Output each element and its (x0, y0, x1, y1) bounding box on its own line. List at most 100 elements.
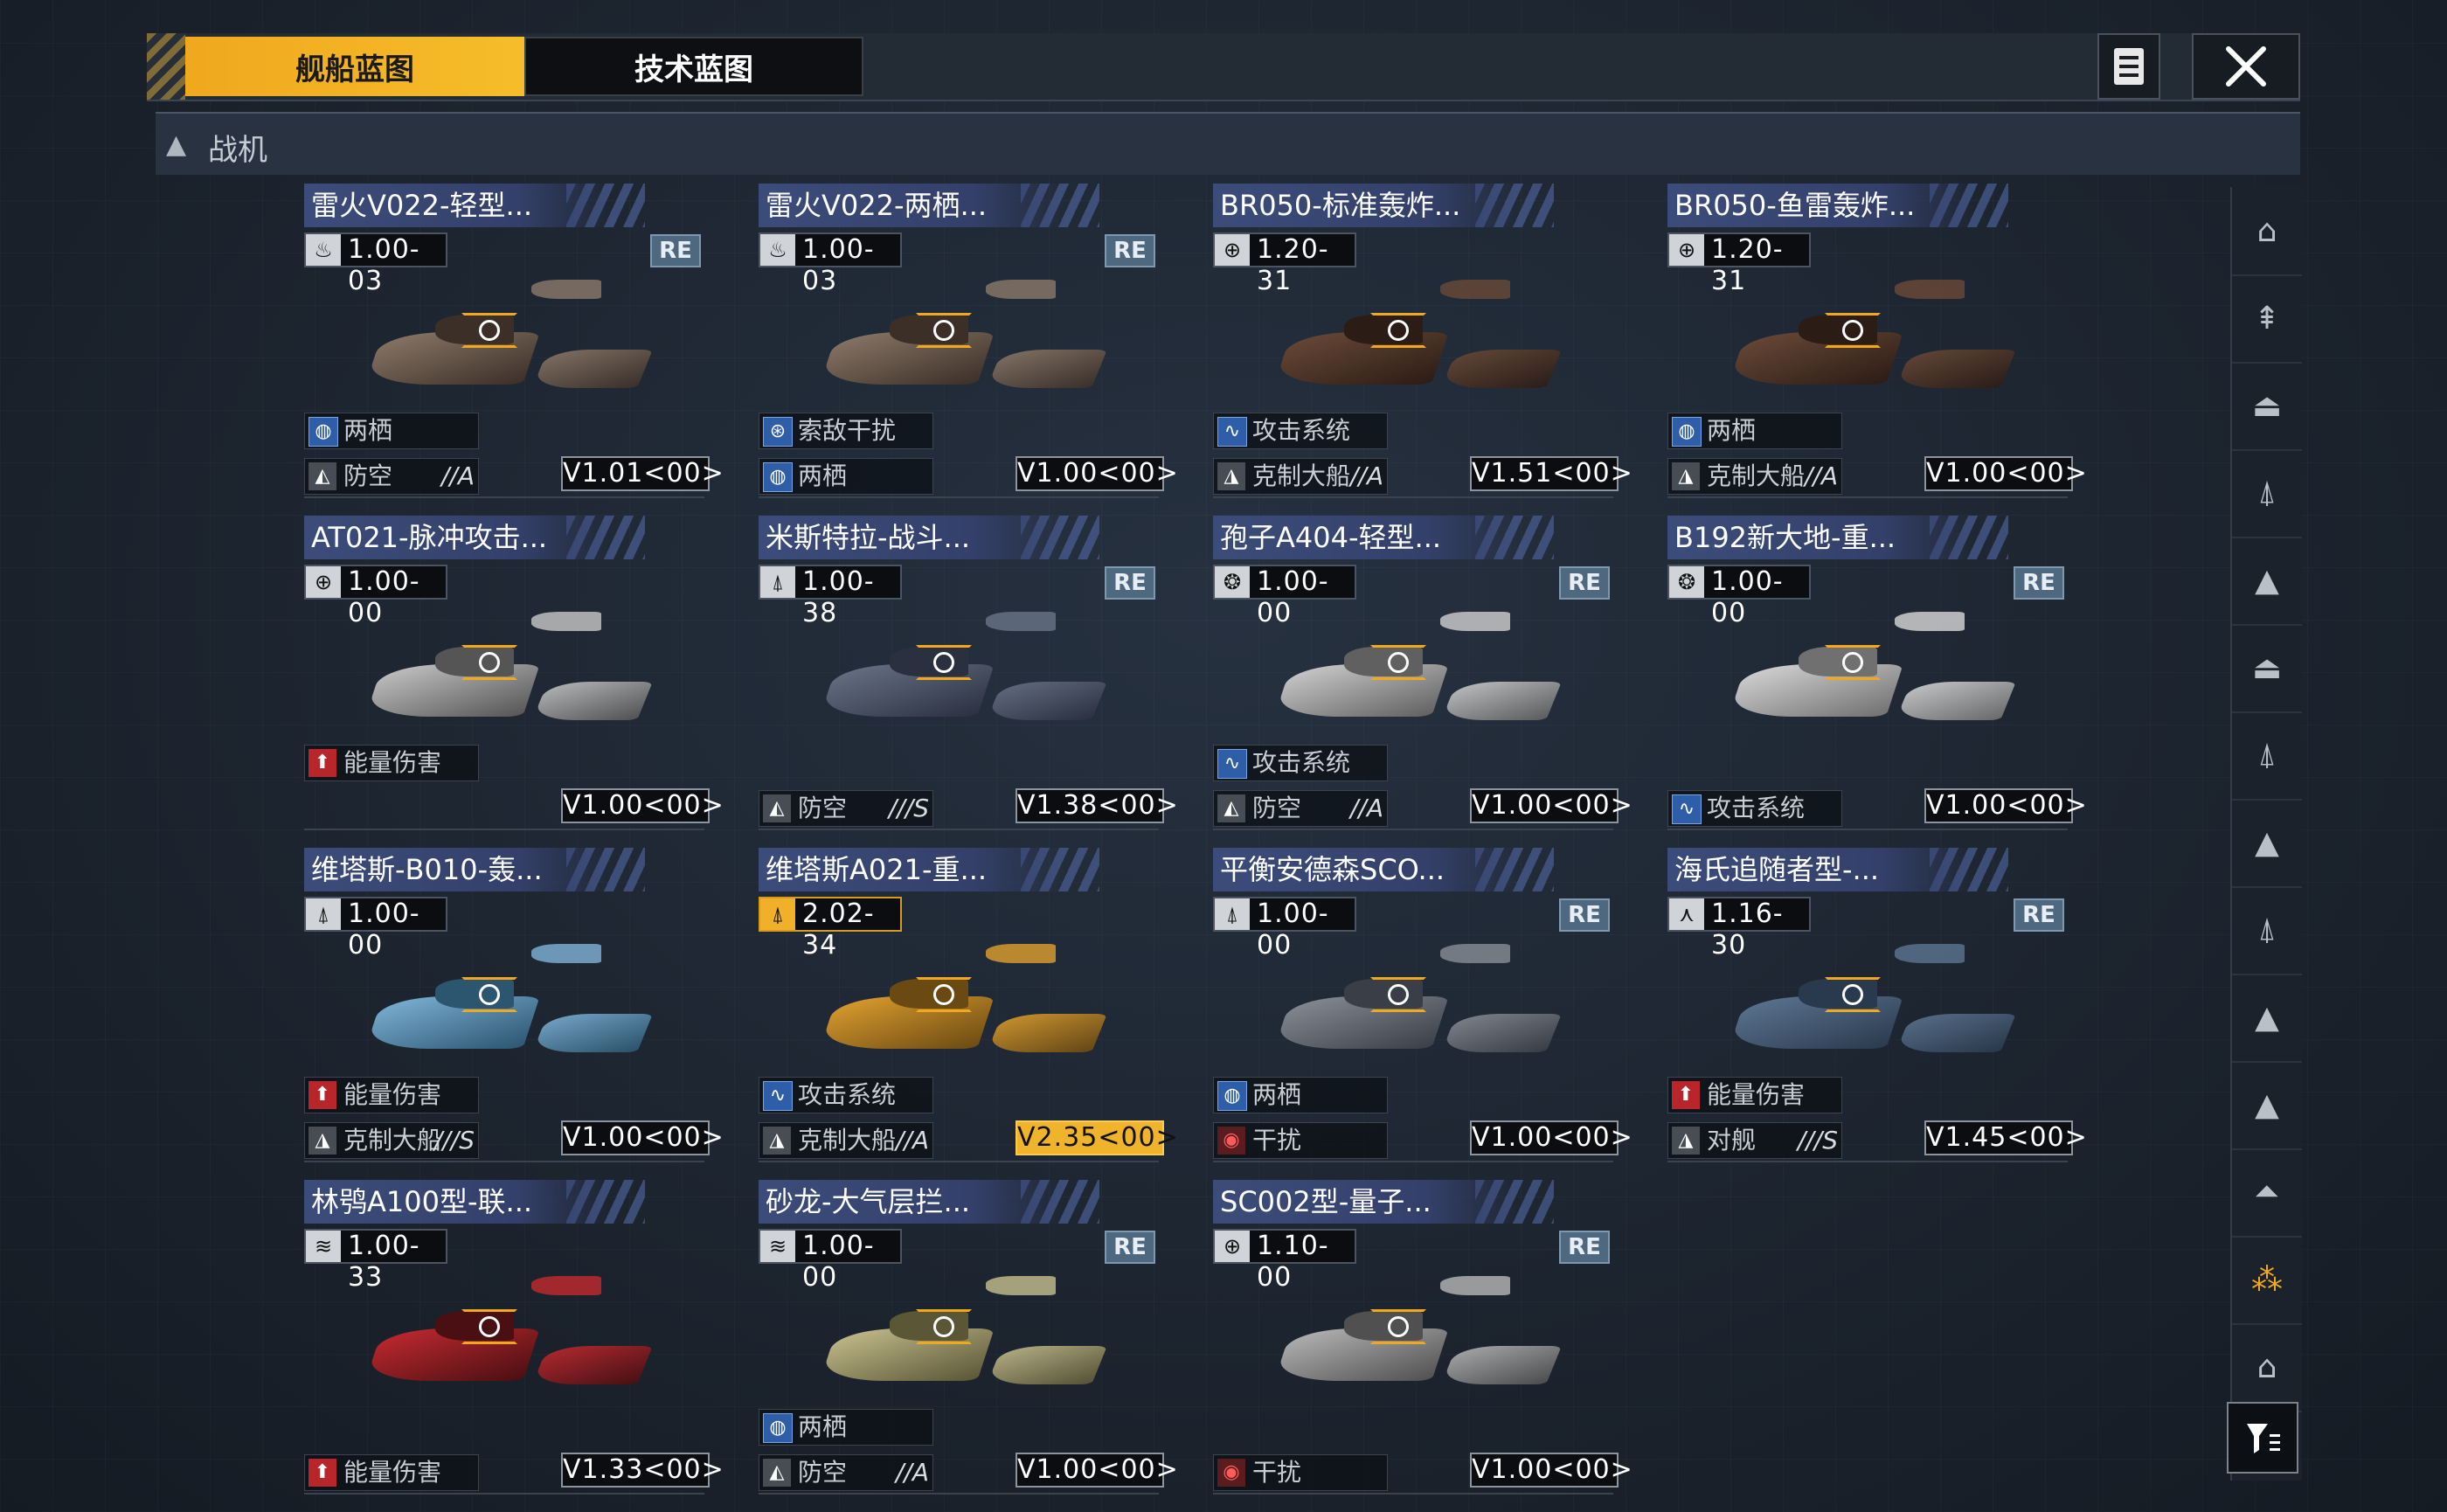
filter-item[interactable]: ⁂ (2232, 1236, 2302, 1325)
filter-item[interactable]: ⇞ (2232, 274, 2302, 364)
feature-tag: ◍ 两栖 (1213, 1077, 1388, 1113)
blueprint-card[interactable]: 雷火V022-轻型... ♨ 1.00-03 RE ◍ 两栖 ◭ 防空 //A … (304, 184, 724, 498)
blueprint-card[interactable]: B192新大地-重... ❂ 1.00-00 RE ∿ 攻击系统 V1.00<0… (1667, 516, 2087, 830)
feature-label: 克制大船 (798, 1126, 897, 1155)
tab-tech-blueprint[interactable]: 技术蓝图 (524, 37, 863, 96)
filter-item[interactable]: ⍋ (2232, 711, 2302, 801)
tier-badge: ⍋ 1.00-00 (304, 897, 447, 961)
feature-tag: ◮ 克制大船 //A (1213, 458, 1388, 495)
focus-reticle (1842, 652, 1863, 673)
filter-item[interactable]: ⏏ (2232, 362, 2302, 451)
blueprint-card[interactable]: 砂龙-大气层拦... ≋ 1.00-00 RE ◍ 两栖 ◭ 防空 //A V1… (759, 1180, 1178, 1495)
card-title: B192新大地-重... (1667, 516, 1973, 559)
ship-illustration (1248, 935, 1589, 1084)
blueprint-card[interactable]: BR050-标准轰炸... ⊕ 1.20-31 ∿ 攻击系统 ◮ 克制大船 //… (1213, 184, 1632, 498)
filter-item[interactable]: ⏏ (2232, 624, 2302, 713)
feature-tag: ◭ 防空 //A (304, 458, 479, 495)
jamming-icon: ◉ (1217, 1459, 1245, 1487)
card-title: AT021-脉冲攻击... (304, 516, 610, 559)
card-divider (304, 1161, 704, 1162)
cruiser-icon: ⇞ (2253, 300, 2281, 336)
ship-illustration (339, 1267, 680, 1416)
ship-illustration (794, 603, 1134, 752)
focus-reticle (933, 320, 954, 341)
top-bar: 舰船蓝图 技术蓝图 (147, 33, 2300, 101)
tier-badge: ⊕ 1.20-31 (1667, 232, 1811, 296)
version-box: V1.45<00> (1924, 1120, 2087, 1155)
feature-grade: //A (440, 461, 475, 490)
filter-button[interactable] (2227, 1402, 2298, 1474)
filter-item[interactable]: ⌂ (2232, 1323, 2302, 1412)
feature-label: 克制大船 (1252, 461, 1351, 490)
focus-reticle (479, 984, 500, 1005)
blueprint-card[interactable]: 维塔斯-B010-轰... ⍋ 1.00-00 ⬆ 能量伤害 ◮ 克制大船 //… (304, 848, 724, 1162)
anti-ship-icon: ◮ (1672, 1127, 1700, 1155)
card-divider (304, 829, 704, 830)
close-button[interactable] (2192, 33, 2300, 100)
filter-item[interactable]: ▲ (2232, 974, 2302, 1063)
blueprint-card[interactable]: AT021-脉冲攻击... ⊕ 1.00-00 ⬆ 能量伤害 V1.00<00> (304, 516, 724, 830)
blueprint-card[interactable]: SC002型-量子... ⊕ 1.10-00 RE ◉ 干扰 V1.00<00> (1213, 1180, 1632, 1495)
blueprint-card[interactable]: 孢子A404-轻型... ❂ 1.00-00 RE ∿ 攻击系统 ◭ 防空 //… (1213, 516, 1632, 830)
wave-icon: ∿ (1672, 794, 1702, 824)
blueprint-card[interactable]: BR050-鱼雷轰炸... ⊕ 1.20-31 ◍ 两栖 ◮ 克制大船 //A … (1667, 184, 2087, 498)
feature-label: 干扰 (1252, 1458, 1302, 1487)
filter-item[interactable]: ⌂ (2232, 187, 2302, 276)
feature-grade: //A (1349, 794, 1383, 822)
blueprint-card[interactable]: 林鸮A100型-联... ≋ 1.00-33 ⬆ 能量伤害 V1.33<00> (304, 1180, 724, 1495)
blueprint-card[interactable]: 维塔斯A021-重... ⍋ 2.02-34 ∿ 攻击系统 ◮ 克制大船 //A… (759, 848, 1178, 1162)
energy-icon: ⬆ (1672, 1081, 1700, 1109)
document-list-button[interactable] (2097, 33, 2160, 100)
feature-label: 攻击系统 (798, 1080, 897, 1109)
version-box: V1.00<00> (1470, 1120, 1632, 1155)
document-list-icon (2114, 48, 2144, 85)
spore-icon: ❂ (1669, 566, 1704, 598)
version-box: V1.00<00> (1016, 1453, 1178, 1488)
feature-label: 攻击系统 (1252, 748, 1351, 777)
version-box: V1.38<00> (1016, 788, 1178, 823)
feature-tag: ⬆ 能量伤害 (304, 1077, 479, 1113)
fighter-category-icon: ▲ (166, 129, 187, 160)
support-icon: ▲ (2255, 999, 2279, 1036)
feature-tag: ◮ 克制大船 ///S (304, 1122, 479, 1159)
category-header: ▲ 战机 (156, 112, 2300, 175)
card-title: BR050-鱼雷轰炸... (1667, 184, 1973, 227)
blueprint-card[interactable]: 海氏追随者型-... ⋏ 1.16-30 RE ⬆ 能量伤害 ◮ 对舰 ///S… (1667, 848, 2087, 1162)
filter-column: ⌂ ⇞ ⏏ ⍋ ▲ ⏏ ⍋ ▲ ⍋ ▲ ▲ ⏶ ⁂ ⌂ (2230, 187, 2302, 1481)
feature-grade: //A (1804, 461, 1838, 490)
filter-item[interactable]: ▲ (2232, 799, 2302, 888)
card-divider (759, 1161, 1159, 1162)
blueprint-card[interactable]: 雷火V022-两栖... ♨ 1.00-03 RE ⊛ 索敌干扰 ◍ 两栖 V1… (759, 184, 1178, 498)
card-title: 维塔斯-B010-轰... (304, 848, 610, 891)
filter-item[interactable]: ▲ (2232, 537, 2302, 626)
tier-badge: ⊕ 1.10-00 (1213, 1229, 1356, 1293)
feature-label: 攻击系统 (1707, 794, 1806, 822)
destroyer-icon: ▲ (2255, 562, 2279, 599)
tab-ship-blueprint[interactable]: 舰船蓝图 (185, 37, 524, 96)
filter-item[interactable]: ⍋ (2232, 886, 2302, 975)
card-title: 米斯特拉-战斗... (759, 516, 1064, 559)
filter-item[interactable]: ▲ (2232, 1061, 2302, 1150)
blueprint-card[interactable]: 平衡安德森SCO... ⍋ 1.00-00 RE ◍ 两栖 ◉ 干扰 V1.00… (1213, 848, 1632, 1162)
card-divider (304, 1493, 704, 1495)
feature-label: 两栖 (1252, 1080, 1302, 1109)
version-box: V1.51<00> (1470, 456, 1632, 491)
re-badge: RE (1559, 898, 1610, 932)
anti-ship-icon: ◮ (1672, 462, 1700, 490)
feature-tag: ◍ 两栖 (304, 413, 479, 449)
feature-label: 索敌干扰 (798, 416, 897, 445)
feature-label: 两栖 (798, 1412, 848, 1441)
spore-icon: ❂ (1215, 566, 1250, 598)
card-title: 林鸮A100型-联... (304, 1180, 610, 1224)
card-divider (759, 496, 1159, 498)
speed-icon: ≋ (306, 1231, 341, 1262)
ship-illustration (1702, 603, 2043, 752)
filter-item[interactable]: ⏶ (2232, 1148, 2302, 1238)
blueprint-card[interactable]: 米斯特拉-战斗... ⍋ 1.00-38 RE ◭ 防空 ///S V1.38<… (759, 516, 1178, 830)
focus-reticle (933, 1316, 954, 1337)
tier-badge: ⋏ 1.16-30 (1667, 897, 1811, 961)
feature-label: 能量伤害 (343, 748, 442, 777)
wave-icon: ∿ (763, 1081, 793, 1111)
tier-badge: ⊕ 1.00-00 (304, 565, 447, 628)
filter-item[interactable]: ⍋ (2232, 449, 2302, 538)
